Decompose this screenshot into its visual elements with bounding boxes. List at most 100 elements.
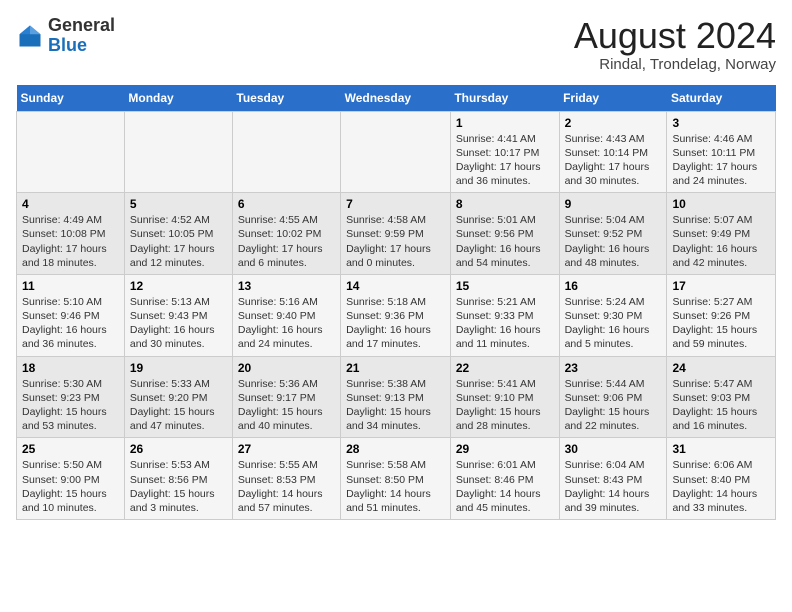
calendar-cell: 15 Sunrise: 5:21 AMSunset: 9:33 PMDayligh… bbox=[450, 274, 559, 356]
day-number: 17 bbox=[672, 279, 770, 293]
col-header-thursday: Thursday bbox=[450, 85, 559, 112]
calendar-table: SundayMondayTuesdayWednesdayThursdayFrid… bbox=[16, 85, 776, 520]
col-header-monday: Monday bbox=[124, 85, 232, 112]
day-number: 24 bbox=[672, 361, 770, 375]
calendar-cell: 3 Sunrise: 4:46 AMSunset: 10:11 PMDayligh… bbox=[667, 111, 776, 193]
calendar-cell bbox=[341, 111, 451, 193]
day-info: Sunrise: 5:18 AMSunset: 9:36 PMDaylight:… bbox=[346, 295, 445, 352]
calendar-cell: 14Sunrise: 5:18 AMSunset: 9:36 PMDayligh… bbox=[341, 274, 451, 356]
day-number: 2 bbox=[565, 116, 662, 130]
logo-general-text: General bbox=[48, 16, 115, 36]
day-number: 25 bbox=[22, 442, 119, 456]
calendar-cell: 4Sunrise: 4:49 AMSunset: 10:08 PMDayligh… bbox=[17, 193, 125, 275]
calendar-cell: 28 Sunrise: 5:58 AMSunset: 8:50 PMDayligh… bbox=[341, 438, 451, 520]
calendar-cell: 13 Sunrise: 5:16 AMSunset: 9:40 PMDayligh… bbox=[232, 274, 340, 356]
calendar-cell: 12 Sunrise: 5:13 AMSunset: 9:43 PMDayligh… bbox=[124, 274, 232, 356]
day-info: Sunrise: 5:58 AMSunset: 8:50 PMDaylight:… bbox=[346, 458, 445, 515]
day-number: 12 bbox=[130, 279, 227, 293]
calendar-cell: 18 Sunrise: 5:30 AMSunset: 9:23 PMDayligh… bbox=[17, 356, 125, 438]
day-number: 30 bbox=[565, 442, 662, 456]
calendar-cell: 29 Sunrise: 6:01 AMSunset: 8:46 PMDayligh… bbox=[450, 438, 559, 520]
day-info: Sunrise: 5:01 AMSunset: 9:56 PMDaylight:… bbox=[456, 213, 554, 270]
day-info: Sunrise: 5:16 AMSunset: 9:40 PMDaylight:… bbox=[238, 295, 335, 352]
day-info: Sunrise: 4:58 AMSunset: 9:59 PMDaylight:… bbox=[346, 213, 445, 270]
day-number: 1 bbox=[456, 116, 554, 130]
day-number: 11 bbox=[22, 279, 119, 293]
day-number: 31 bbox=[672, 442, 770, 456]
day-number: 26 bbox=[130, 442, 227, 456]
calendar-cell: 30 Sunrise: 6:04 AMSunset: 8:43 PMDayligh… bbox=[559, 438, 667, 520]
day-number: 5 bbox=[130, 197, 227, 211]
calendar-cell bbox=[124, 111, 232, 193]
day-number: 21 bbox=[346, 361, 445, 375]
logo-icon bbox=[16, 22, 44, 50]
col-header-friday: Friday bbox=[559, 85, 667, 112]
day-info: Sunrise: 5:36 AMSunset: 9:17 PMDaylight:… bbox=[238, 377, 335, 434]
day-info: Sunrise: 6:01 AMSunset: 8:46 PMDaylight:… bbox=[456, 458, 554, 515]
day-number: 16 bbox=[565, 279, 662, 293]
day-info: Sunrise: 5:04 AMSunset: 9:52 PMDaylight:… bbox=[565, 213, 662, 270]
col-header-tuesday: Tuesday bbox=[232, 85, 340, 112]
calendar-cell: 31 Sunrise: 6:06 AMSunset: 8:40 PMDayligh… bbox=[667, 438, 776, 520]
day-info: Sunrise: 5:53 AMSunset: 8:56 PMDaylight:… bbox=[130, 458, 227, 515]
day-info: Sunrise: 4:55 AMSunset: 10:02 PMDaylight… bbox=[238, 213, 335, 270]
day-number: 9 bbox=[565, 197, 662, 211]
month-year-title: August 2024 bbox=[574, 16, 776, 56]
logo-blue-text: Blue bbox=[48, 36, 115, 56]
calendar-week-5: 25Sunrise: 5:50 AMSunset: 9:00 PMDayligh… bbox=[17, 438, 776, 520]
calendar-cell: 6 Sunrise: 4:55 AMSunset: 10:02 PMDayligh… bbox=[232, 193, 340, 275]
day-info: Sunrise: 5:27 AMSunset: 9:26 PMDaylight:… bbox=[672, 295, 770, 352]
page-header: General Blue August 2024 Rindal, Trondel… bbox=[16, 16, 776, 73]
day-number: 28 bbox=[346, 442, 445, 456]
day-number: 6 bbox=[238, 197, 335, 211]
calendar-week-3: 11Sunrise: 5:10 AMSunset: 9:46 PMDayligh… bbox=[17, 274, 776, 356]
calendar-cell: 26 Sunrise: 5:53 AMSunset: 8:56 PMDayligh… bbox=[124, 438, 232, 520]
day-number: 10 bbox=[672, 197, 770, 211]
day-info: Sunrise: 5:33 AMSunset: 9:20 PMDaylight:… bbox=[130, 377, 227, 434]
day-number: 13 bbox=[238, 279, 335, 293]
logo: General Blue bbox=[16, 16, 115, 56]
day-number: 7 bbox=[346, 197, 445, 211]
calendar-cell: 25Sunrise: 5:50 AMSunset: 9:00 PMDayligh… bbox=[17, 438, 125, 520]
day-info: Sunrise: 5:38 AMSunset: 9:13 PMDaylight:… bbox=[346, 377, 445, 434]
day-info: Sunrise: 5:30 AMSunset: 9:23 PMDaylight:… bbox=[22, 377, 119, 434]
day-number: 8 bbox=[456, 197, 554, 211]
col-header-saturday: Saturday bbox=[667, 85, 776, 112]
day-number: 27 bbox=[238, 442, 335, 456]
day-info: Sunrise: 5:21 AMSunset: 9:33 PMDaylight:… bbox=[456, 295, 554, 352]
calendar-cell: 16Sunrise: 5:24 AMSunset: 9:30 PMDayligh… bbox=[559, 274, 667, 356]
day-info: Sunrise: 5:13 AMSunset: 9:43 PMDaylight:… bbox=[130, 295, 227, 352]
day-info: Sunrise: 5:55 AMSunset: 8:53 PMDaylight:… bbox=[238, 458, 335, 515]
calendar-cell: 24 Sunrise: 5:47 AMSunset: 9:03 PMDayligh… bbox=[667, 356, 776, 438]
calendar-cell: 2Sunrise: 4:43 AMSunset: 10:14 PMDayligh… bbox=[559, 111, 667, 193]
location-subtitle: Rindal, Trondelag, Norway bbox=[574, 56, 776, 73]
day-info: Sunrise: 6:04 AMSunset: 8:43 PMDaylight:… bbox=[565, 458, 662, 515]
day-number: 18 bbox=[22, 361, 119, 375]
col-header-sunday: Sunday bbox=[17, 85, 125, 112]
calendar-cell bbox=[232, 111, 340, 193]
day-number: 22 bbox=[456, 361, 554, 375]
calendar-cell: 7 Sunrise: 4:58 AMSunset: 9:59 PMDaylight… bbox=[341, 193, 451, 275]
calendar-cell: 9 Sunrise: 5:04 AMSunset: 9:52 PMDaylight… bbox=[559, 193, 667, 275]
calendar-cell: 10Sunrise: 5:07 AMSunset: 9:49 PMDayligh… bbox=[667, 193, 776, 275]
calendar-cell: 8 Sunrise: 5:01 AMSunset: 9:56 PMDaylight… bbox=[450, 193, 559, 275]
calendar-cell: 22Sunrise: 5:41 AMSunset: 9:10 PMDayligh… bbox=[450, 356, 559, 438]
calendar-week-2: 4Sunrise: 4:49 AMSunset: 10:08 PMDayligh… bbox=[17, 193, 776, 275]
day-info: Sunrise: 5:47 AMSunset: 9:03 PMDaylight:… bbox=[672, 377, 770, 434]
calendar-week-4: 18 Sunrise: 5:30 AMSunset: 9:23 PMDayligh… bbox=[17, 356, 776, 438]
day-number: 15 bbox=[456, 279, 554, 293]
calendar-week-1: 1 Sunrise: 4:41 AMSunset: 10:17 PMDayligh… bbox=[17, 111, 776, 193]
day-info: Sunrise: 5:44 AMSunset: 9:06 PMDaylight:… bbox=[565, 377, 662, 434]
calendar-cell: 1 Sunrise: 4:41 AMSunset: 10:17 PMDayligh… bbox=[450, 111, 559, 193]
calendar-cell: 23 Sunrise: 5:44 AMSunset: 9:06 PMDayligh… bbox=[559, 356, 667, 438]
day-number: 3 bbox=[672, 116, 770, 130]
day-info: Sunrise: 4:46 AMSunset: 10:11 PMDaylight… bbox=[672, 132, 770, 189]
calendar-cell: 11Sunrise: 5:10 AMSunset: 9:46 PMDayligh… bbox=[17, 274, 125, 356]
day-number: 23 bbox=[565, 361, 662, 375]
calendar-cell: 17 Sunrise: 5:27 AMSunset: 9:26 PMDayligh… bbox=[667, 274, 776, 356]
day-info: Sunrise: 6:06 AMSunset: 8:40 PMDaylight:… bbox=[672, 458, 770, 515]
calendar-cell: 21 Sunrise: 5:38 AMSunset: 9:13 PMDayligh… bbox=[341, 356, 451, 438]
day-info: Sunrise: 4:41 AMSunset: 10:17 PMDaylight… bbox=[456, 132, 554, 189]
day-number: 29 bbox=[456, 442, 554, 456]
day-number: 20 bbox=[238, 361, 335, 375]
